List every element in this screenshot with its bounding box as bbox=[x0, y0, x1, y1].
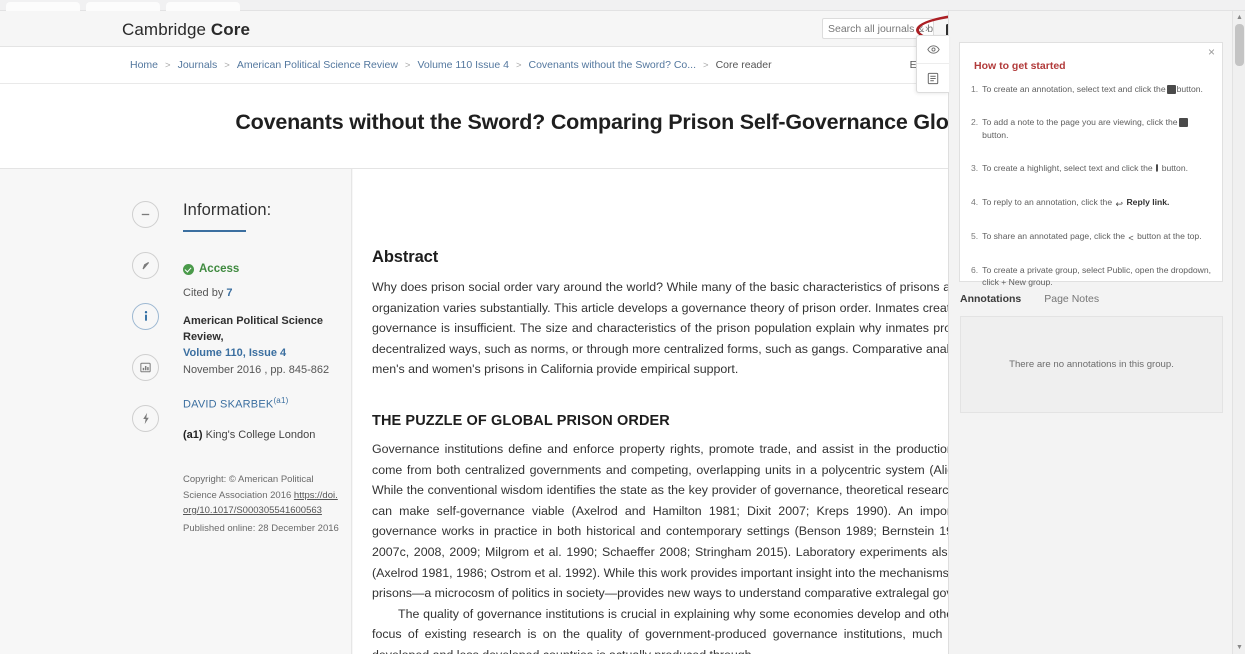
hypothesis-toolbar bbox=[916, 35, 949, 93]
affiliation-row: (a1) King's College London bbox=[183, 429, 343, 441]
related-icon[interactable] bbox=[132, 405, 159, 432]
publication-date: November 2016 , pp. 845-862 bbox=[183, 363, 330, 376]
tab-annotations[interactable]: Annotations bbox=[960, 293, 1021, 305]
step-text-pre: To share an annotated page, click the bbox=[982, 230, 1126, 241]
step-number: 5. bbox=[971, 230, 979, 241]
browser-tab-ghost bbox=[86, 2, 160, 11]
author-affiliation-marker: (a1) bbox=[273, 395, 289, 405]
affiliation-marker: (a1) bbox=[183, 429, 203, 442]
sidebar-tool-rail bbox=[132, 201, 159, 432]
browser-chrome bbox=[0, 0, 1245, 11]
cited-by-row: Cited by 7 bbox=[183, 287, 343, 299]
header-caret-icon: › bbox=[925, 23, 929, 35]
step-text-pre: To add a note to the page you are viewin… bbox=[982, 117, 1178, 128]
step-text-post: button. bbox=[1176, 84, 1203, 94]
step-text: To create a private group, select Public… bbox=[982, 264, 1212, 288]
scroll-down-icon[interactable]: ▼ bbox=[1233, 641, 1245, 654]
breadcrumb-item-volume[interactable]: Volume 110 Issue 4 bbox=[417, 59, 508, 71]
hypothesis-tabs: Annotations Page Notes bbox=[960, 293, 1099, 305]
navigate-icon[interactable] bbox=[132, 252, 159, 279]
information-heading: Information: bbox=[183, 201, 272, 219]
info-icon[interactable] bbox=[132, 303, 159, 330]
step-text-post: Reply link. bbox=[1126, 196, 1170, 207]
affiliation-name: King's College London bbox=[205, 429, 316, 442]
breadcrumb-separator: > bbox=[224, 59, 230, 71]
step-text: To create a highlight, select text and c… bbox=[982, 162, 1188, 174]
hypothesis-sidebar: × How to get started 1. To create an ann… bbox=[916, 11, 1232, 654]
cambridge-core-logo[interactable]: Cambridge Core bbox=[122, 20, 250, 40]
breadcrumb-item-journal[interactable]: American Political Science Review bbox=[237, 59, 398, 71]
browser-tab-ghost bbox=[166, 2, 240, 11]
access-status-badge: Access bbox=[183, 263, 343, 275]
close-icon[interactable]: × bbox=[1208, 46, 1215, 58]
step-text-pre: To reply to an annotation, click the bbox=[982, 196, 1113, 207]
article-metadata: Copyright: © American Political Science … bbox=[183, 472, 343, 536]
annotate-icon bbox=[1166, 85, 1176, 94]
step-number: 2. bbox=[971, 117, 979, 128]
step-number: 6. bbox=[971, 264, 979, 275]
collapse-icon[interactable] bbox=[132, 201, 159, 228]
breadcrumb-item-article[interactable]: Covenants without the Sword? Co... bbox=[529, 59, 697, 71]
breadcrumb-separator: > bbox=[515, 59, 522, 71]
step-number: 4. bbox=[971, 196, 979, 207]
window-scrollbar[interactable]: ▲ ▼ bbox=[1232, 11, 1245, 654]
share-icon: < bbox=[1128, 232, 1134, 243]
cited-by-count[interactable]: 7 bbox=[226, 287, 232, 299]
list-item: 6. To create a private group, select Pub… bbox=[971, 264, 1212, 289]
step-number: 3. bbox=[971, 163, 979, 174]
breadcrumb-item-core-reader: Core reader bbox=[715, 59, 772, 71]
list-item: 2. To add a note to the page you are vie… bbox=[971, 116, 1212, 141]
volume-issue-link[interactable]: Volume 110, Issue 4 bbox=[183, 346, 343, 362]
step-text-pre: To create a highlight, select text and c… bbox=[982, 163, 1153, 174]
how-to-steps-list: 1. To create an annotation, select text … bbox=[971, 83, 1212, 310]
eye-icon[interactable] bbox=[917, 36, 949, 64]
step-number: 1. bbox=[971, 84, 979, 94]
step-text-pre: To create an annotation, select text and… bbox=[982, 84, 1166, 94]
reply-icon: ↩ bbox=[1115, 198, 1124, 209]
how-to-title: How to get started bbox=[974, 60, 1066, 72]
step-text: To create an annotation, select text and… bbox=[982, 83, 1203, 95]
heading-underline bbox=[183, 230, 246, 232]
author-name: DAVID SKARBEK bbox=[183, 398, 274, 411]
step-text-post: button. bbox=[1161, 163, 1188, 174]
logo-text-bold: Core bbox=[210, 20, 251, 39]
list-item: 5. To share an annotated page, click the… bbox=[971, 230, 1212, 243]
breadcrumb-item-home[interactable]: Home bbox=[130, 59, 158, 71]
cited-by-label: Cited by bbox=[183, 287, 224, 299]
published-online-text: Published online: 28 December 2016 bbox=[183, 523, 339, 535]
list-item: 4. To reply to an annotation, click the … bbox=[971, 196, 1212, 209]
access-label: Access bbox=[199, 263, 240, 275]
check-circle-icon bbox=[183, 263, 194, 275]
logo-text-light: Cambridge bbox=[122, 20, 211, 39]
highlight-icon bbox=[1154, 164, 1161, 173]
step-text-post: button. bbox=[982, 129, 1009, 140]
note-icon bbox=[1178, 118, 1188, 128]
step-text: To share an annotated page, click the < … bbox=[982, 230, 1201, 243]
breadcrumb-separator: > bbox=[165, 59, 171, 71]
empty-annotations-card: There are no annotations in this group. bbox=[960, 316, 1223, 413]
breadcrumb-separator: > bbox=[703, 59, 709, 71]
scroll-up-icon[interactable]: ▲ bbox=[1233, 11, 1245, 24]
metrics-icon[interactable] bbox=[132, 354, 159, 381]
information-panel: Information: Access Cited by 7 American … bbox=[183, 201, 343, 536]
browser-tab-ghost bbox=[6, 2, 80, 11]
step-text: To reply to an annotation, click the ↩ R… bbox=[982, 196, 1169, 209]
breadcrumb-item-journals[interactable]: Journals bbox=[178, 59, 218, 71]
list-item: 1. To create an annotation, select text … bbox=[971, 83, 1212, 95]
step-text-post: button at the top. bbox=[1137, 230, 1202, 241]
author-link[interactable]: DAVID SKARBEK(a1) bbox=[183, 396, 343, 411]
how-to-get-started-card: × How to get started 1. To create an ann… bbox=[959, 42, 1223, 287]
empty-state-message: There are no annotations in this group. bbox=[1009, 359, 1174, 370]
information-sidebar: Information: Access Cited by 7 American … bbox=[0, 169, 352, 654]
step-text: To add a note to the page you are viewin… bbox=[982, 116, 1212, 141]
scrollbar-thumb[interactable] bbox=[1235, 24, 1244, 66]
breadcrumb: Home > Journals > American Political Sci… bbox=[130, 59, 772, 71]
notes-icon[interactable] bbox=[917, 64, 949, 92]
breadcrumb-separator: > bbox=[404, 59, 411, 71]
journal-name: American Political Science Review, bbox=[183, 315, 324, 343]
list-item: 3. To create a highlight, select text an… bbox=[971, 162, 1212, 174]
tab-page-notes[interactable]: Page Notes bbox=[1044, 293, 1099, 305]
